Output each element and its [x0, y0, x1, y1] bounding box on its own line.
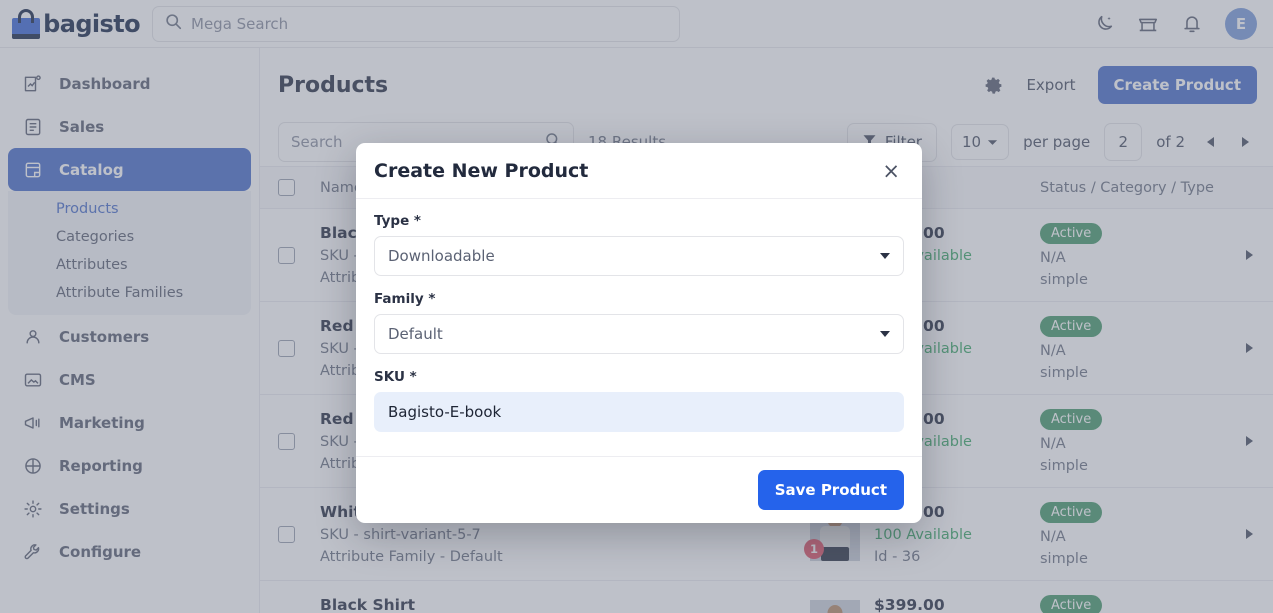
modal-body: Type * Downloadable Family * Default SKU… [356, 199, 922, 456]
chevron-down-icon [880, 331, 890, 337]
type-select[interactable]: Downloadable [374, 236, 904, 276]
chevron-down-icon [880, 253, 890, 259]
family-select[interactable]: Default [374, 314, 904, 354]
sku-field: SKU * [374, 369, 904, 432]
sku-label: SKU * [374, 369, 904, 385]
family-select-value: Default [388, 325, 443, 343]
type-select-value: Downloadable [388, 247, 495, 265]
family-field: Family * Default [374, 291, 904, 354]
modal-footer: Save Product [356, 456, 922, 523]
close-icon[interactable]: × [880, 161, 902, 182]
sku-input[interactable] [374, 392, 904, 432]
create-product-modal: Create New Product × Type * Downloadable… [356, 143, 922, 523]
type-label: Type * [374, 213, 904, 229]
family-label: Family * [374, 291, 904, 307]
type-field: Type * Downloadable [374, 213, 904, 276]
modal-header: Create New Product × [356, 143, 922, 199]
modal-title: Create New Product [374, 160, 588, 182]
save-product-button[interactable]: Save Product [758, 470, 904, 510]
